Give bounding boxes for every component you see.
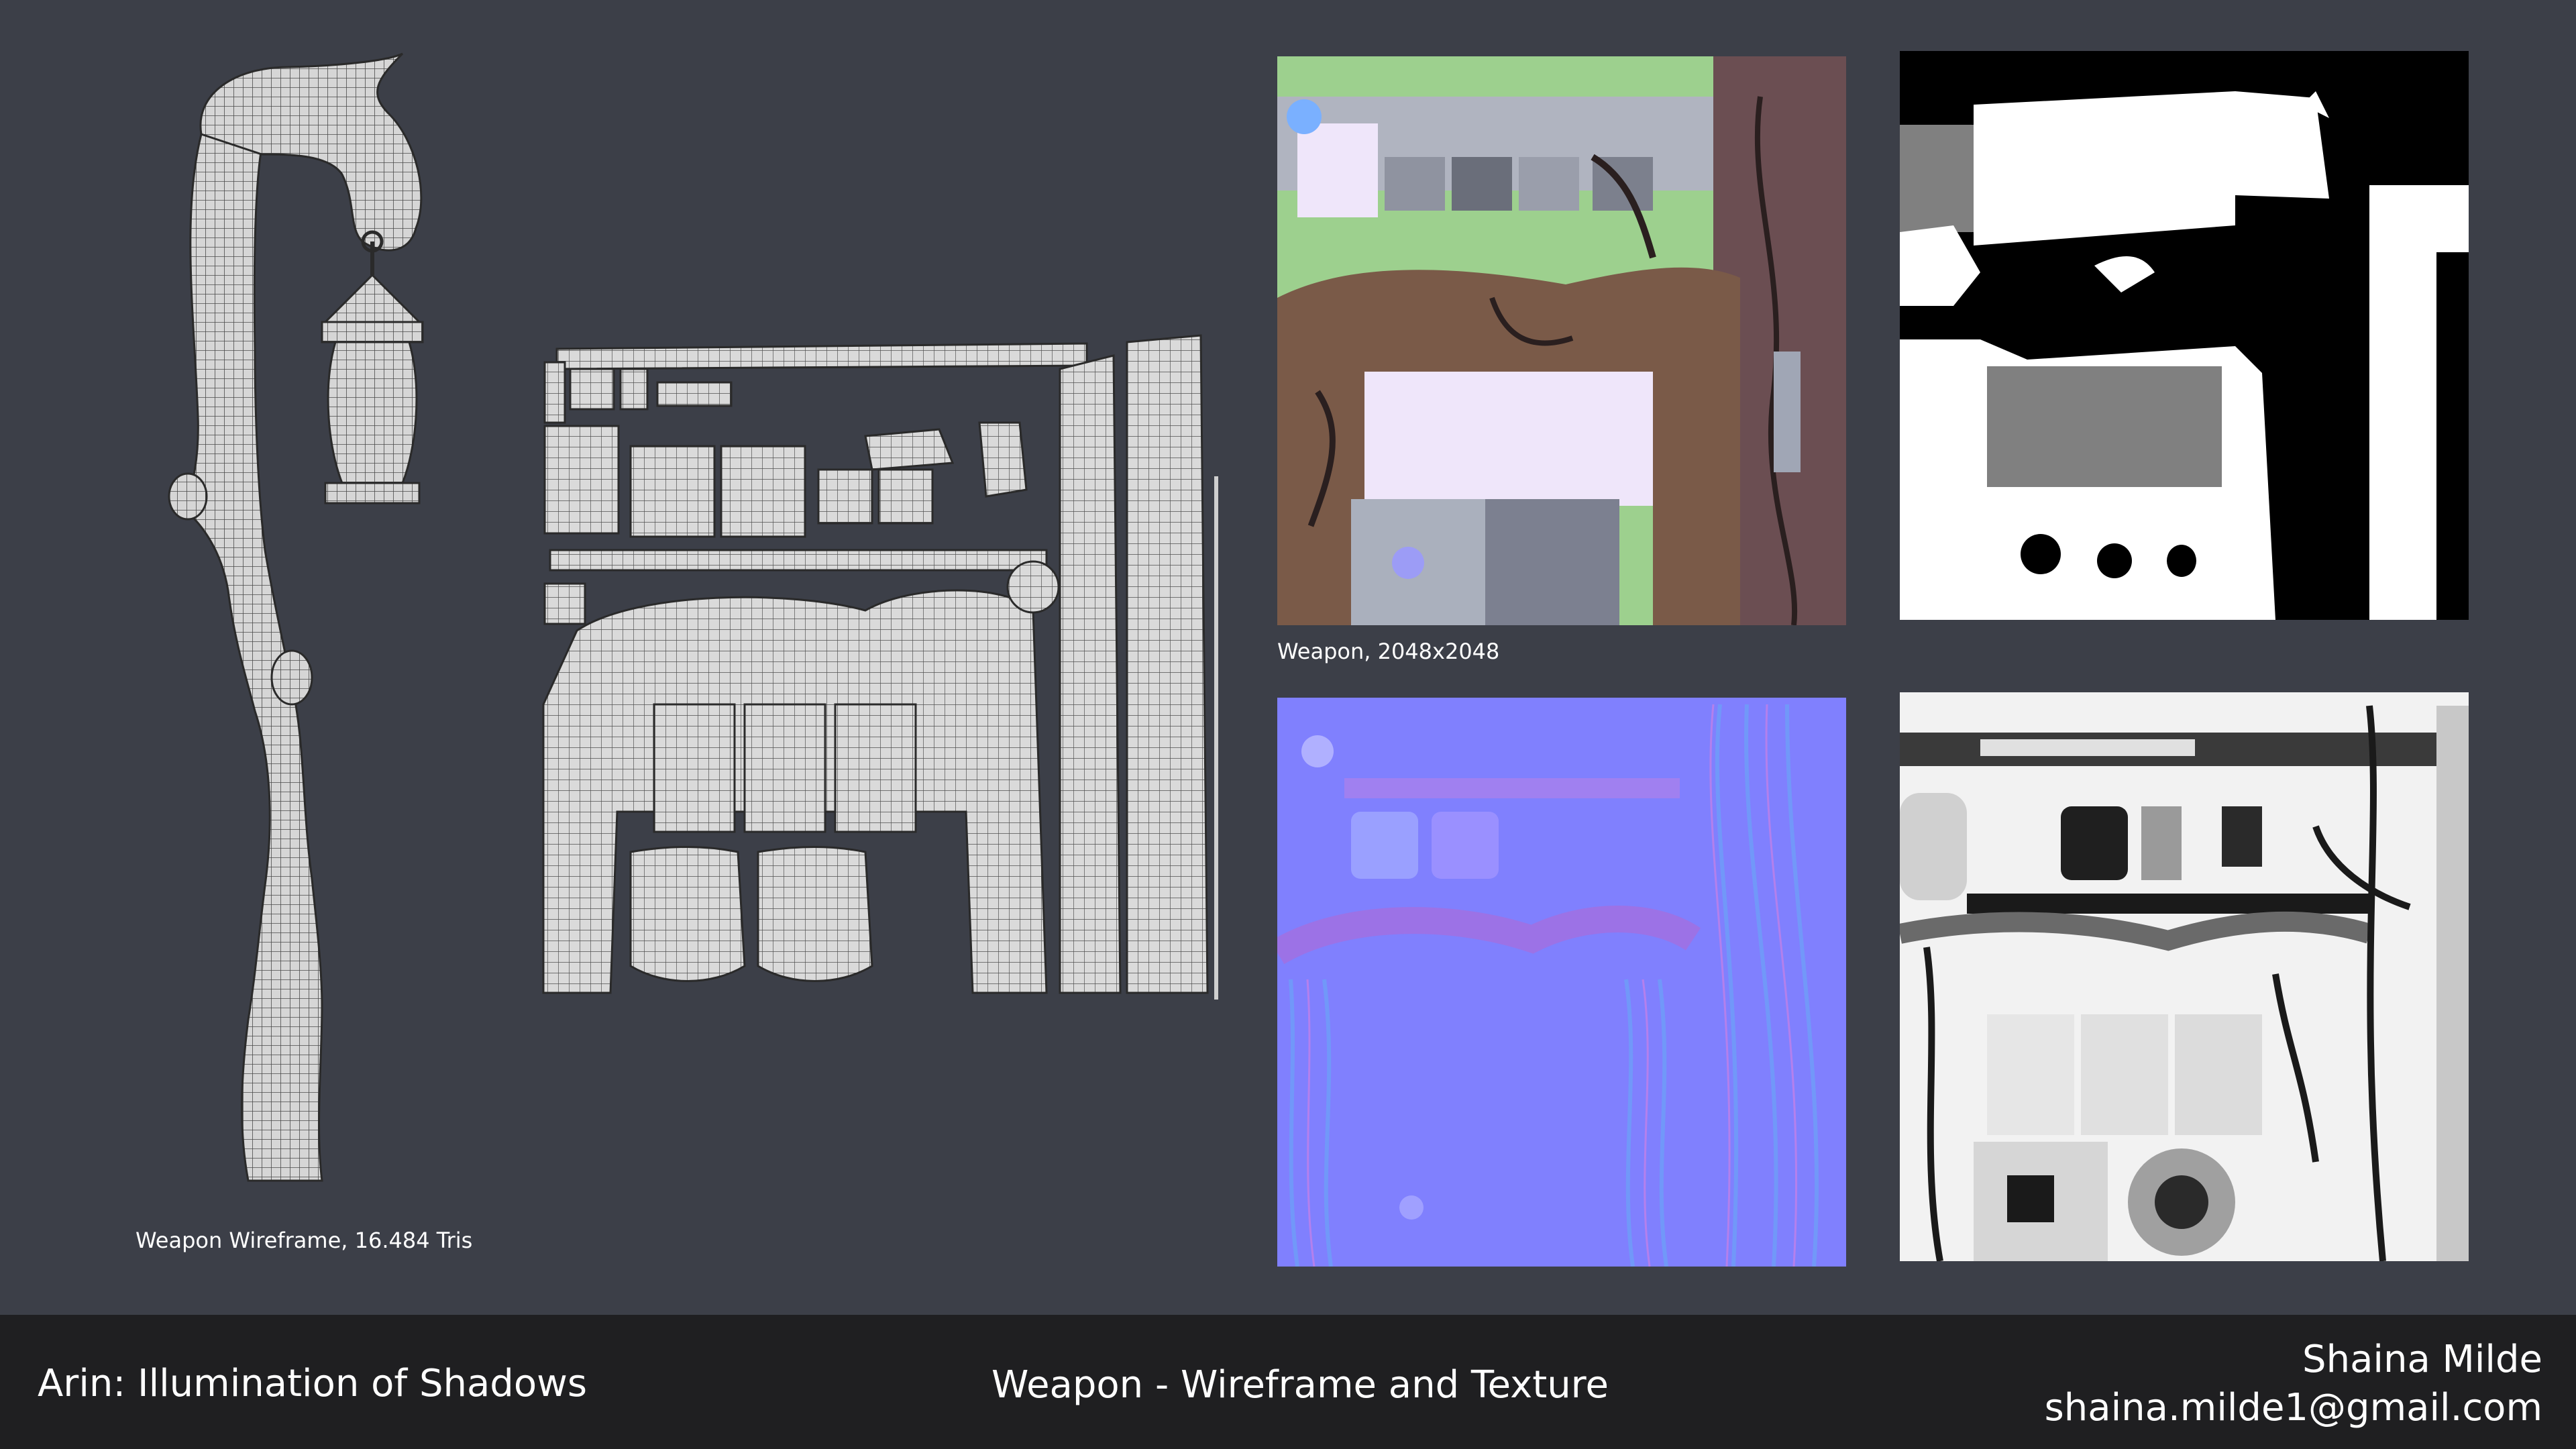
uv-rosette-1 [629,445,716,538]
mask-texture [1900,51,2469,620]
uv-block-left [543,425,620,535]
uv-flower-1 [629,846,746,982]
lantern-roof [323,273,422,323]
project-title: Arin: Illumination of Shadows [38,1362,588,1405]
uv-thin-strip [1214,476,1218,1000]
uv-tile-b [569,368,615,411]
footer-bar: Arin: Illumination of Shadows Weapon - W… [0,1315,2576,1449]
texture-caption: Weapon, 2048x2048 [1277,639,1500,664]
staff-knot-1 [168,472,208,521]
uv-strip-right-1 [1059,354,1122,994]
uv-strip-top [555,342,1088,370]
uv-tile-a [543,361,566,424]
uv-fan [864,428,955,471]
uv-tile-d [656,381,733,407]
uv-layout [537,329,1221,1006]
uv-square-2 [877,468,934,525]
ao-texture-svg [1900,692,2469,1261]
wireframe-caption: Weapon Wireframe, 16.484 Tris [136,1228,473,1253]
albedo-texture-svg [1277,56,1846,625]
uv-circle [1006,560,1060,614]
author-name: Shaina Milde [2302,1338,2542,1381]
uv-tile-c [619,368,649,411]
lantern-base [324,482,421,504]
ao-texture [1900,692,2469,1261]
uv-panel-1 [653,703,736,833]
uv-layout-svg [542,334,1218,1000]
uv-small-square [543,582,586,625]
lantern-body [327,341,418,484]
uv-fan-2 [978,421,1028,498]
uv-panel-3 [834,703,917,833]
mask-texture-svg [1900,51,2469,620]
albedo-texture [1277,56,1846,625]
uv-flower-2 [757,846,873,982]
lantern-cap [321,321,424,343]
section-title: Weapon - Wireframe and Texture [991,1363,1609,1407]
normal-texture [1277,698,1846,1267]
author-email: shaina.milde1@gmail.com [2044,1386,2542,1430]
uv-square-1 [817,468,873,525]
uv-rosette-2 [720,445,806,538]
staff-wireframe-render [121,40,523,1214]
staff-wireframe-svg [168,52,424,1182]
normal-texture-svg [1277,698,1846,1267]
uv-panel-2 [743,703,826,833]
uv-strip-right-2 [1126,334,1209,994]
staff-knot-2 [270,649,313,706]
uv-strip-mid [549,549,1048,572]
